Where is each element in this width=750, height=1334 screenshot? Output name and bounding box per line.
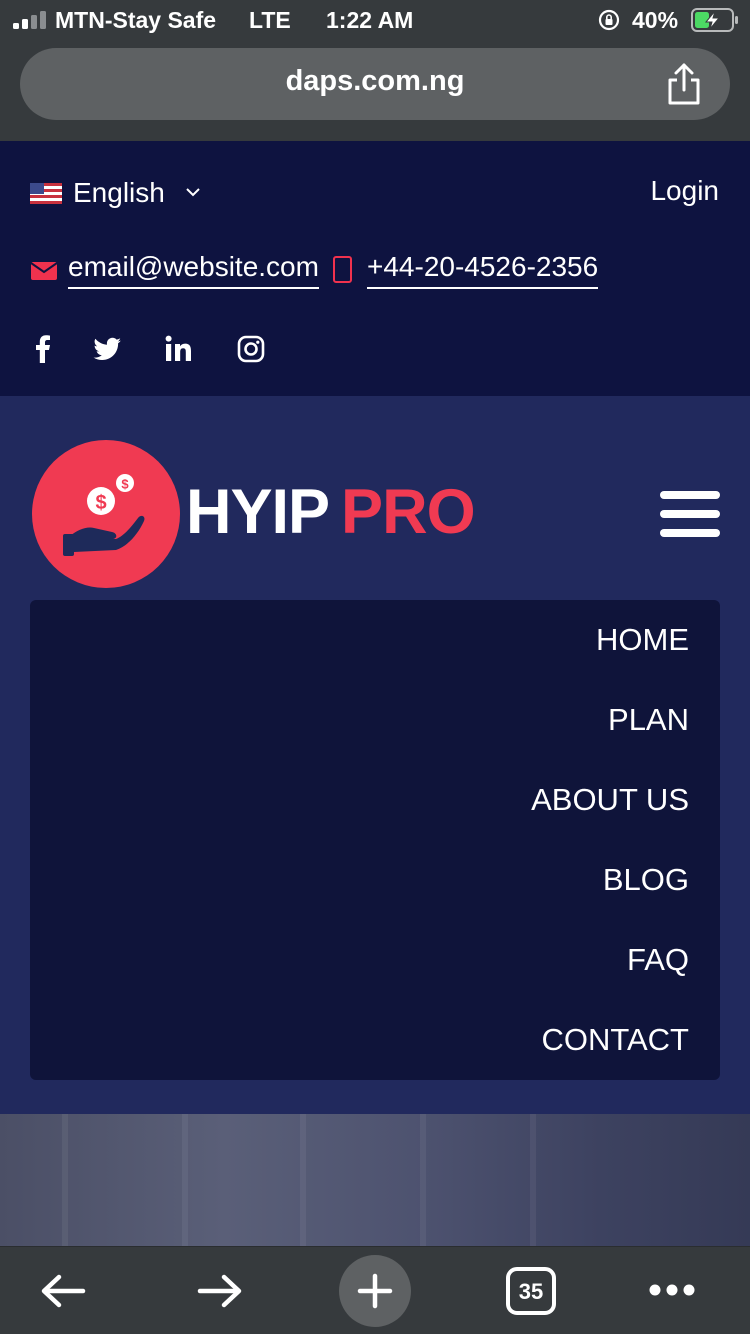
browser-top-chrome: MTN-Stay Safe LTE 1:22 AM 40% daps.com.n… — [0, 0, 750, 141]
mobile-phone-icon — [333, 256, 352, 283]
address-bar[interactable]: daps.com.ng — [20, 48, 730, 120]
hero-texture — [62, 1114, 68, 1246]
back-arrow-icon[interactable] — [39, 1272, 87, 1310]
us-flag-icon — [30, 183, 62, 204]
hamburger-menu-button[interactable] — [660, 491, 720, 541]
envelope-icon — [31, 262, 57, 280]
logo-word-hyip: HYIP — [186, 477, 330, 547]
carrier-name: MTN-Stay Safe — [55, 7, 217, 33]
network-type: LTE — [249, 7, 291, 33]
signal-strength-icon — [13, 11, 46, 29]
logo-wordmark[interactable]: HYIP PRO — [186, 476, 476, 548]
logo-word-pro: PRO — [341, 477, 476, 547]
instagram-icon[interactable] — [236, 334, 266, 364]
logo-badge[interactable]: $ $ — [32, 440, 180, 588]
more-options-icon[interactable] — [648, 1283, 696, 1297]
plus-icon — [357, 1273, 393, 1309]
forward-arrow-icon[interactable] — [196, 1272, 244, 1310]
hero-texture — [420, 1114, 426, 1246]
twitter-icon[interactable] — [92, 334, 122, 364]
share-icon[interactable] — [664, 62, 704, 106]
hamburger-bar — [660, 510, 720, 518]
clock-time: 1:22 AM — [326, 7, 414, 33]
nav-blog[interactable]: BLOG — [603, 862, 689, 898]
email-link[interactable]: email@website.com — [68, 251, 319, 289]
status-bar: MTN-Stay Safe LTE 1:22 AM 40% — [0, 0, 750, 42]
hamburger-bar — [660, 529, 720, 537]
phone-link[interactable]: +44-20-4526-2356 — [367, 251, 599, 289]
tab-switcher-button[interactable]: 35 — [506, 1267, 556, 1315]
money-hand-icon: $ $ — [63, 474, 145, 556]
mobile-nav-menu: HOME PLAN ABOUT US BLOG FAQ CONTACT — [30, 600, 720, 1080]
hamburger-bar — [660, 491, 720, 499]
battery-percent: 40% — [632, 7, 679, 33]
linkedin-icon[interactable] — [164, 334, 194, 364]
login-link[interactable]: Login — [650, 175, 719, 207]
hero-texture — [530, 1114, 536, 1246]
hero-texture — [182, 1114, 188, 1246]
facebook-icon[interactable] — [28, 334, 58, 364]
battery-charging-icon — [691, 8, 738, 32]
nav-faq[interactable]: FAQ — [627, 942, 689, 978]
chevron-down-icon[interactable] — [185, 186, 201, 198]
orientation-lock-icon — [598, 9, 620, 31]
nav-contact[interactable]: CONTACT — [541, 1022, 689, 1058]
nav-home[interactable]: HOME — [596, 622, 689, 658]
new-tab-button[interactable] — [339, 1255, 411, 1327]
top-info-bar: English Login email@website.com +44-20-4… — [0, 141, 750, 396]
hero-background-image — [0, 1114, 750, 1246]
svg-text:$: $ — [95, 492, 106, 514]
site-header: $ $ HYIP PRO HOME PLAN ABOUT US BLOG FAQ … — [0, 396, 750, 1114]
open-tabs-count: 35 — [518, 1279, 544, 1304]
address-url[interactable]: daps.com.ng — [20, 65, 730, 98]
nav-about-us[interactable]: ABOUT US — [531, 782, 689, 818]
language-label[interactable]: English — [73, 177, 165, 209]
browser-bottom-toolbar: 35 — [0, 1246, 750, 1334]
svg-text:$: $ — [121, 477, 129, 492]
nav-plan[interactable]: PLAN — [608, 702, 689, 738]
hero-texture — [300, 1114, 306, 1246]
